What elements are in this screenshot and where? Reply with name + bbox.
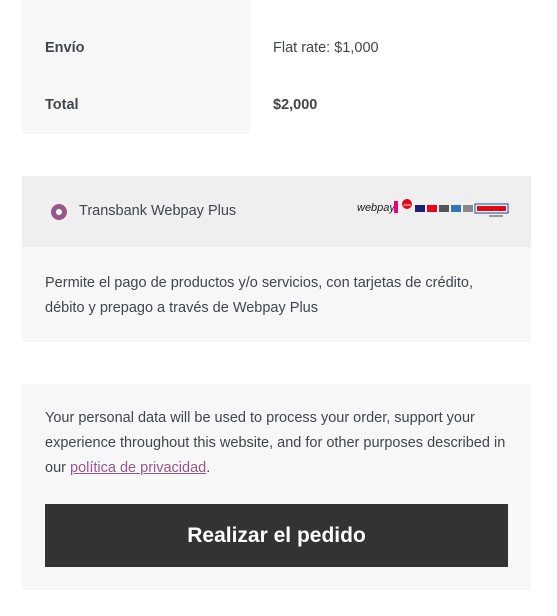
shipping-label: Envío (45, 40, 85, 56)
shipping-value: Flat rate: $1,000 (273, 40, 379, 56)
place-order-section: Your personal data will be used to proce… (22, 384, 531, 590)
payment-radio-selected[interactable] (51, 204, 67, 220)
place-order-button[interactable]: Realizar el pedido (45, 504, 508, 567)
privacy-policy-link[interactable]: política de privacidad (70, 460, 206, 476)
total-value: $2,000 (273, 97, 318, 113)
payment-method-description: Permite el pago de productos y/o servici… (45, 275, 473, 316)
total-label: Total (45, 97, 79, 113)
payment-method-label[interactable]: Transbank Webpay Plus (79, 203, 236, 219)
webpay-logo-badge: plus (404, 202, 411, 207)
privacy-policy-text: Your personal data will be used to proce… (45, 406, 515, 481)
payment-method-transbank[interactable]: Transbank Webpay Plus webpay plus (22, 176, 531, 247)
payment-methods: Transbank Webpay Plus webpay plus Permit… (22, 176, 531, 342)
webpay-logo: webpay plus (357, 199, 509, 217)
order-totals-table: Envío Flat rate: $1,000 Total $2,000 (22, 0, 531, 134)
privacy-text-after: . (206, 460, 211, 476)
webpay-logo-text: webpay (357, 202, 396, 214)
totals-label-column (22, 0, 250, 134)
